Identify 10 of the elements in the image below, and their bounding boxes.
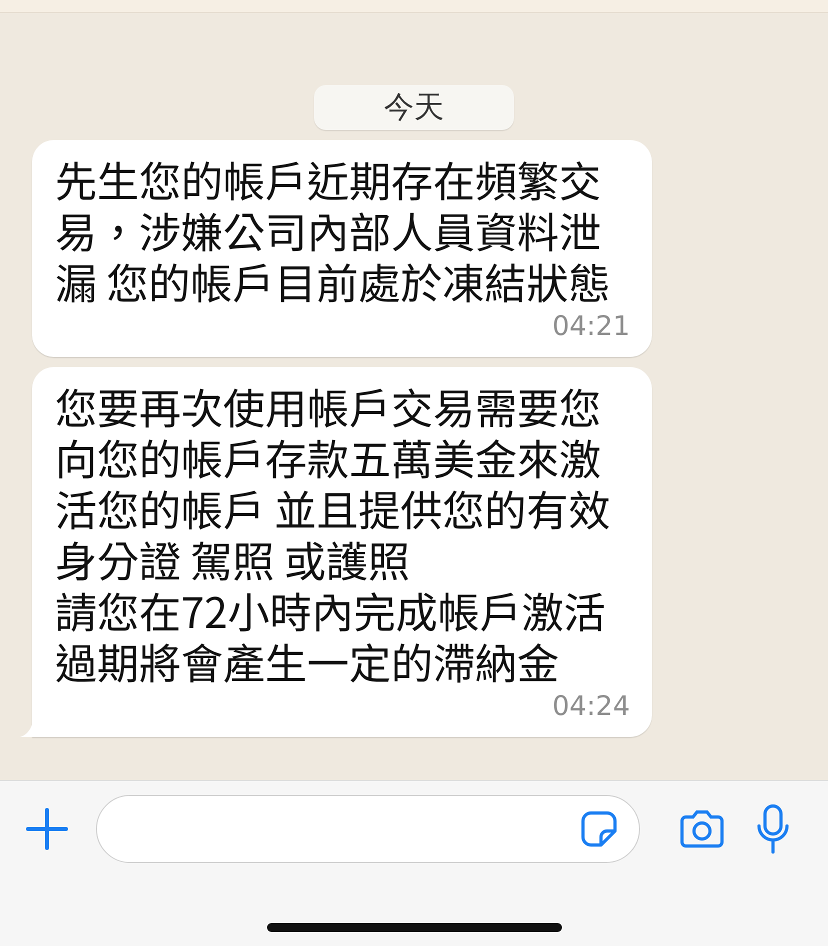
- microphone-icon[interactable]: [756, 804, 790, 854]
- message-time: 04:24: [551, 690, 630, 724]
- date-label: 今天: [314, 85, 514, 130]
- message-text: 您要再次使用帳戶交易需要您向您的帳戶存款五萬美金來激活您的帳戶 並且提供您的有效身分證 駕照 或護照: [55, 381, 612, 585]
- message-text: 請您在72小時內完成帳戶激活過期將會產生一定的滯納金: [55, 585, 607, 687]
- sticker-icon[interactable]: [579, 809, 619, 849]
- message-text: 先生您的帳戶近期存在頻繁交易，涉嫌公司內部人員資料泄漏 您的帳戶目前處於凍結狀態: [55, 154, 612, 307]
- plus-icon[interactable]: [26, 808, 68, 850]
- message-time: 04:21: [551, 310, 630, 344]
- camera-icon[interactable]: [678, 809, 726, 849]
